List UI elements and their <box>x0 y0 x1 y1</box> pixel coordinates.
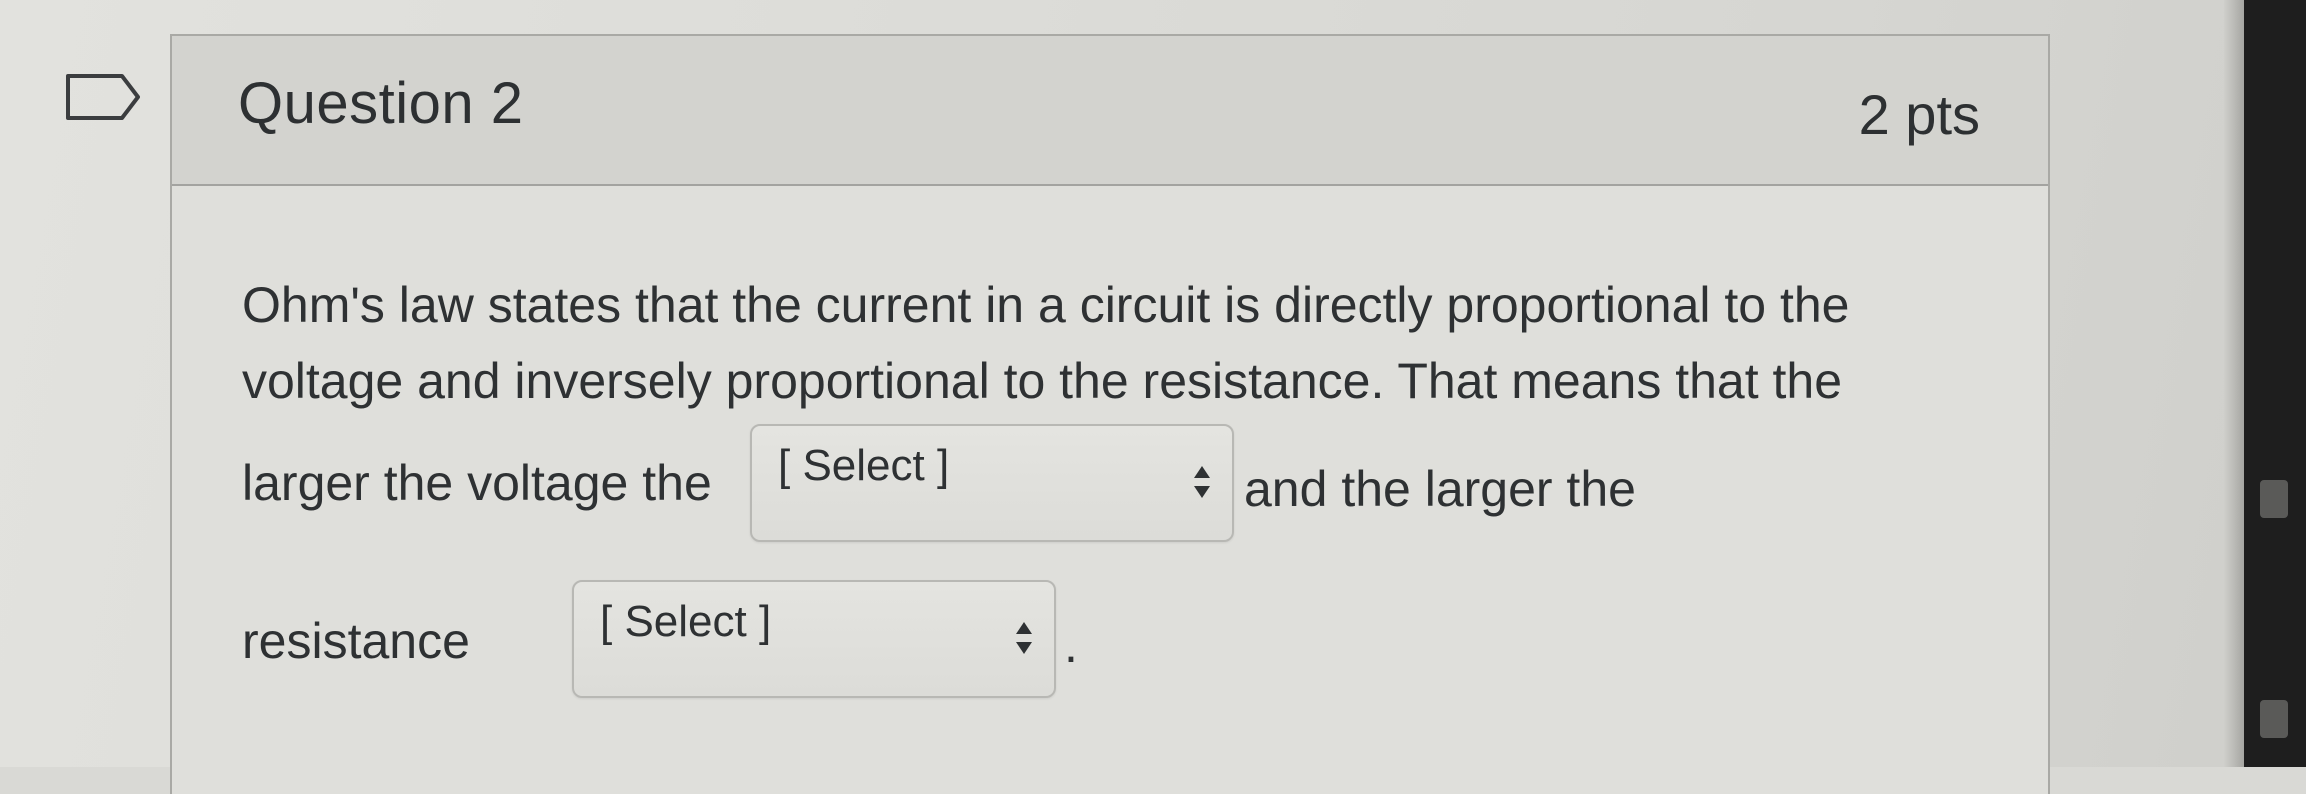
flag-outline-icon[interactable] <box>64 72 144 122</box>
dropdown-selected-value: [ Select ] <box>600 597 772 646</box>
question-title: Question 2 <box>238 71 524 136</box>
dropdown-selected-value: [ Select ] <box>778 441 950 490</box>
monitor-bezel <box>2244 0 2306 767</box>
sort-arrows-icon <box>1016 622 1032 654</box>
sort-arrows-icon <box>1194 466 1210 498</box>
bezel-detail <box>2260 480 2288 518</box>
bezel-detail <box>2260 700 2288 738</box>
question-header: Question 2 2 pts <box>172 36 2048 186</box>
question-text-line: and the larger the <box>1244 461 1636 517</box>
monitor-edge <box>2224 0 2244 767</box>
question-text-line: resistance <box>242 613 470 669</box>
question-text-line: Ohm's law states that the current in a c… <box>242 277 1850 333</box>
question-text-line: larger the voltage the <box>242 455 712 511</box>
sentence-period: . <box>1064 617 1078 673</box>
answer-dropdown-2[interactable]: [ Select ] <box>572 580 1056 698</box>
question-card: Question 2 2 pts Ohm's law states that t… <box>170 34 2050 794</box>
answer-dropdown-1[interactable]: [ Select ] <box>750 424 1234 542</box>
question-text-line: voltage and inversely proportional to th… <box>242 353 1843 409</box>
question-points: 2 pts <box>1858 83 1980 146</box>
